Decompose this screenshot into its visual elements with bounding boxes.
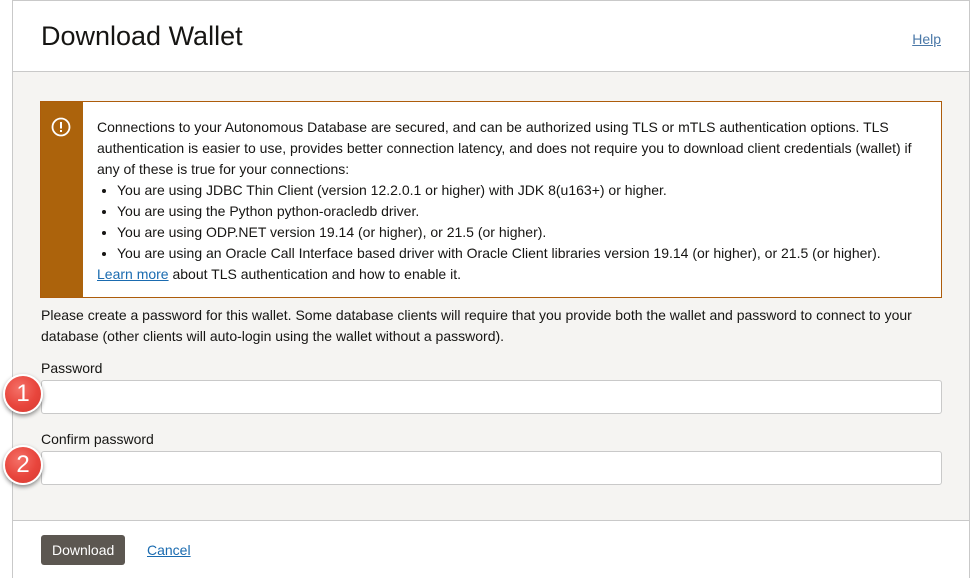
notice-stripe — [41, 102, 83, 297]
alert-circle-icon — [51, 117, 71, 137]
notice-bullet: You are using ODP.NET version 19.14 (or … — [117, 222, 927, 243]
step-marker-1: 1 — [3, 374, 43, 414]
confirm-password-label: Confirm password — [41, 431, 154, 447]
notice-bullet: You are using the Python python-oracledb… — [117, 201, 927, 222]
step-marker-2: 2 — [3, 445, 43, 485]
notice-bullet-list: You are using JDBC Thin Client (version … — [97, 180, 927, 264]
help-link[interactable]: Help — [912, 31, 941, 47]
dialog-footer: Download Cancel — [13, 520, 969, 579]
download-wallet-dialog: Download Wallet Help Connections to your… — [12, 0, 970, 579]
confirm-password-input[interactable] — [41, 451, 942, 485]
cancel-link[interactable]: Cancel — [147, 542, 191, 558]
notice-learn-more-line: Learn more about TLS authentication and … — [97, 264, 927, 285]
dialog-body: Connections to your Autonomous Database … — [13, 72, 969, 520]
dialog-title: Download Wallet — [41, 21, 243, 51]
learn-more-link[interactable]: Learn more — [97, 266, 169, 282]
notice-intro: Connections to your Autonomous Database … — [97, 119, 912, 177]
password-label: Password — [41, 360, 103, 376]
password-input[interactable] — [41, 380, 942, 414]
tls-notice-banner: Connections to your Autonomous Database … — [40, 101, 942, 298]
notice-bullet: You are using JDBC Thin Client (version … — [117, 180, 927, 201]
download-button[interactable]: Download — [41, 535, 126, 565]
password-description: Please create a password for this wallet… — [41, 307, 912, 344]
notice-content: Connections to your Autonomous Database … — [83, 102, 941, 297]
dialog-header: Download Wallet Help — [13, 1, 969, 72]
notice-bullet: You are using an Oracle Call Interface b… — [117, 243, 927, 264]
learn-more-suffix: about TLS authentication and how to enab… — [168, 266, 461, 282]
